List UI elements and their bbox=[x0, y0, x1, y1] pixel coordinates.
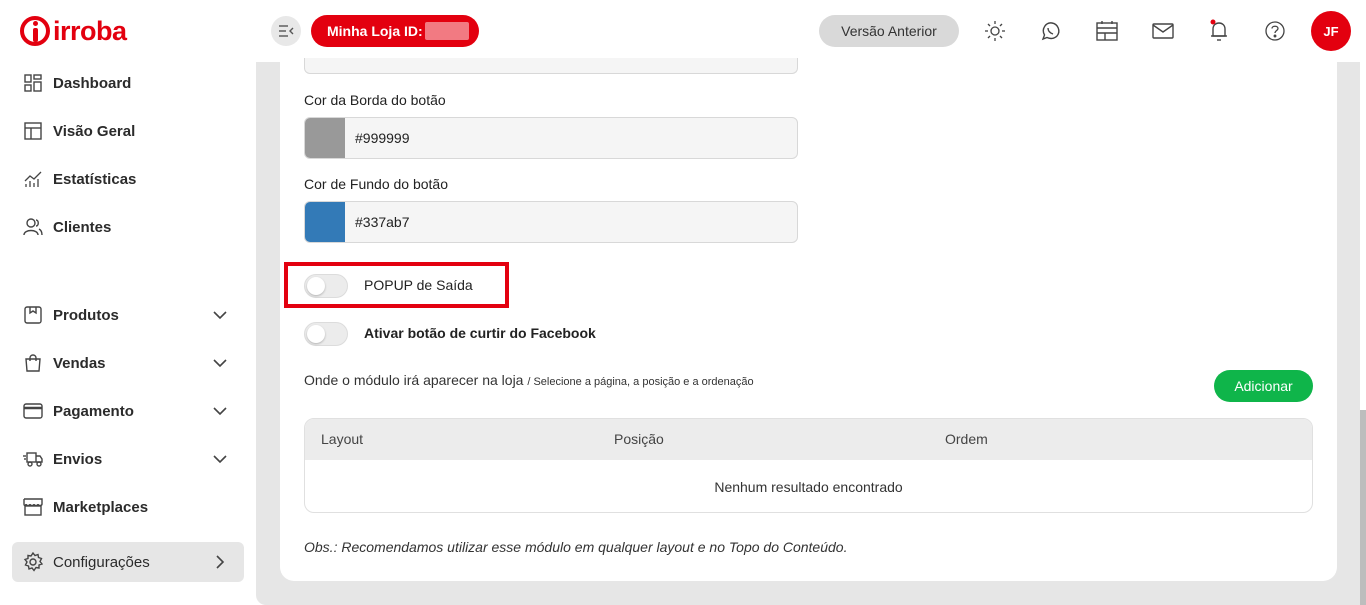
placement-note: Obs.: Recomendamos utilizar esse módulo … bbox=[304, 539, 848, 555]
sidebar-item-sales[interactable]: Vendas bbox=[12, 343, 244, 383]
help-icon bbox=[1265, 21, 1285, 41]
placement-subtitle: / Selecione a página, a posição e a orde… bbox=[527, 376, 754, 388]
whatsapp-button[interactable] bbox=[1038, 18, 1064, 44]
logo-text: irroba bbox=[53, 15, 127, 46]
sidebar-item-shipping[interactable]: Envios bbox=[12, 439, 244, 479]
chevron-right-icon bbox=[210, 552, 230, 572]
sidebar-item-label: Marketplaces bbox=[53, 498, 149, 516]
toggle-knob bbox=[307, 325, 325, 343]
card-icon bbox=[22, 400, 44, 422]
chevron-down-icon bbox=[210, 305, 230, 325]
sidebar-item-label: Produtos bbox=[53, 306, 119, 324]
help-button[interactable] bbox=[1262, 18, 1288, 44]
popup-exit-label: POPUP de Saída bbox=[364, 277, 473, 293]
bg-color-swatch[interactable] bbox=[305, 202, 345, 242]
bell-icon bbox=[1210, 19, 1227, 41]
chevron-down-icon bbox=[210, 449, 230, 469]
overview-icon bbox=[22, 120, 44, 142]
column-header-position: Posição bbox=[614, 431, 664, 447]
table-empty-message: Nenhum resultado encontrado bbox=[714, 478, 903, 495]
sidebar-item-label: Envios bbox=[53, 450, 103, 468]
notifications-button[interactable] bbox=[1206, 18, 1232, 44]
sidebar-item-label: Dashboard bbox=[53, 74, 132, 92]
sidebar: irroba Dashboard Visão Geral Estatística… bbox=[0, 0, 256, 605]
calendar-icon bbox=[1096, 21, 1118, 41]
sidebar-item-label: Configurações bbox=[53, 553, 150, 571]
sidebar-item-label: Visão Geral bbox=[53, 122, 136, 140]
previous-field-remnant bbox=[304, 58, 798, 74]
column-header-layout: Layout bbox=[321, 431, 364, 447]
bag-icon bbox=[22, 352, 44, 374]
dashboard-icon bbox=[22, 72, 44, 94]
placement-title: Onde o módulo irá aparecer na loja / Sel… bbox=[304, 372, 754, 388]
chart-icon bbox=[22, 168, 44, 190]
column-header-order: Ordem bbox=[945, 431, 988, 447]
topbar: Minha Loja ID: Versão Anterior JF bbox=[256, 0, 1366, 62]
border-color-field[interactable]: #999999 bbox=[304, 117, 798, 159]
user-avatar[interactable]: JF bbox=[1311, 11, 1351, 51]
sun-icon bbox=[985, 21, 1005, 41]
box-icon bbox=[22, 304, 44, 326]
sidebar-item-dashboard[interactable]: Dashboard bbox=[12, 63, 244, 103]
gear-icon bbox=[22, 551, 44, 573]
border-color-value: #999999 bbox=[355, 130, 410, 146]
facebook-like-label: Ativar botão de curtir do Facebook bbox=[364, 325, 596, 341]
placement-table: Layout Posição Ordem Nenhum resultado en… bbox=[304, 418, 1313, 513]
chevron-down-icon bbox=[210, 353, 230, 373]
whatsapp-icon bbox=[1041, 22, 1060, 41]
store-id-label: Minha Loja ID: bbox=[327, 23, 423, 39]
border-color-swatch[interactable] bbox=[305, 118, 345, 158]
sidebar-item-settings[interactable]: Configurações bbox=[12, 542, 244, 582]
border-color-label: Cor da Borda do botão bbox=[304, 92, 446, 108]
bg-color-label: Cor de Fundo do botão bbox=[304, 176, 448, 192]
store-id-redacted bbox=[424, 22, 469, 40]
sidebar-item-label: Clientes bbox=[53, 218, 112, 236]
sidebar-item-label: Pagamento bbox=[53, 402, 134, 420]
toggle-knob bbox=[307, 277, 325, 295]
theme-toggle-button[interactable] bbox=[982, 18, 1008, 44]
add-placement-button[interactable]: Adicionar bbox=[1214, 370, 1313, 402]
sidebar-item-products[interactable]: Produtos bbox=[12, 295, 244, 335]
popup-exit-toggle[interactable] bbox=[304, 274, 348, 298]
chevron-down-icon bbox=[210, 401, 230, 421]
facebook-like-toggle[interactable] bbox=[304, 322, 348, 346]
placement-title-text: Onde o módulo irá aparecer na loja bbox=[304, 372, 524, 388]
sidebar-item-marketplaces[interactable]: Marketplaces bbox=[12, 487, 244, 527]
page-scrollbar[interactable] bbox=[1360, 410, 1366, 605]
main-content: Cor da Borda do botão #999999 Cor de Fun… bbox=[256, 58, 1360, 605]
sidebar-item-label: Vendas bbox=[53, 354, 106, 372]
store-icon bbox=[22, 496, 44, 518]
sidebar-item-statistics[interactable]: Estatísticas bbox=[12, 159, 244, 199]
previous-version-button[interactable]: Versão Anterior bbox=[819, 15, 959, 47]
users-icon bbox=[22, 216, 44, 238]
logo-mark-icon bbox=[20, 16, 50, 46]
bg-color-field[interactable]: #337ab7 bbox=[304, 201, 798, 243]
store-id-badge[interactable]: Minha Loja ID: bbox=[311, 15, 479, 47]
messages-button[interactable] bbox=[1150, 18, 1176, 44]
bg-color-value: #337ab7 bbox=[355, 214, 410, 230]
irroba-logo[interactable]: irroba bbox=[20, 14, 127, 48]
module-settings-card: Cor da Borda do botão #999999 Cor de Fun… bbox=[280, 58, 1337, 581]
sidebar-item-payment[interactable]: Pagamento bbox=[12, 391, 244, 431]
collapse-menu-icon bbox=[279, 25, 294, 37]
sidebar-item-clients[interactable]: Clientes bbox=[12, 207, 244, 247]
collapse-sidebar-button[interactable] bbox=[271, 16, 301, 46]
sidebar-item-overview[interactable]: Visão Geral bbox=[12, 111, 244, 151]
calendar-button[interactable] bbox=[1094, 18, 1120, 44]
truck-icon bbox=[22, 448, 44, 470]
mail-icon bbox=[1152, 23, 1174, 39]
sidebar-item-label: Estatísticas bbox=[53, 170, 137, 188]
table-header: Layout Posição Ordem bbox=[305, 419, 1312, 460]
